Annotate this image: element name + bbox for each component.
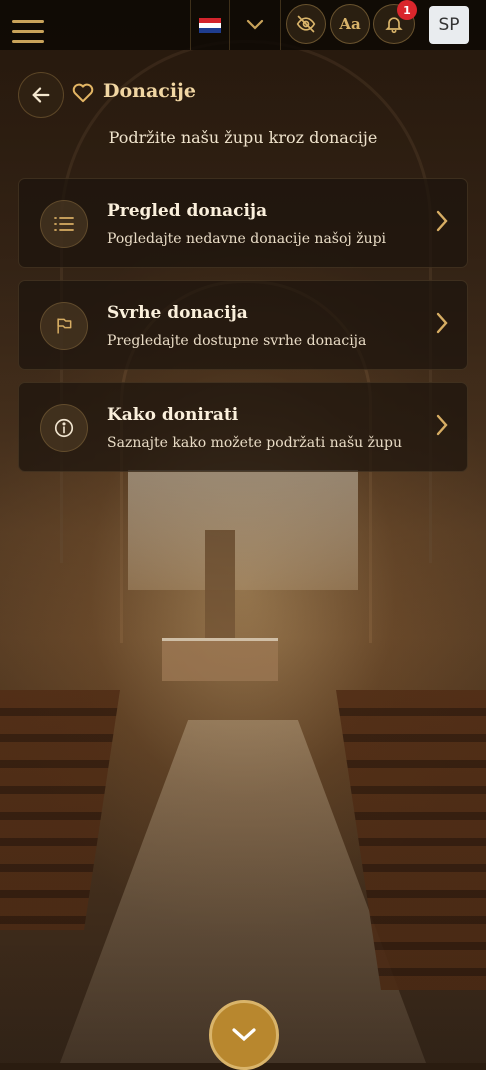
eye-off-icon (296, 15, 316, 33)
flag-icon (57, 318, 72, 334)
background-shade (0, 0, 486, 1063)
card-description: Pogledajte nedavne donacije našoj župi (107, 231, 387, 247)
card-pregled-donacija[interactable]: Pregled donacija Pogledajte nedavne dona… (18, 178, 468, 268)
back-button[interactable] (18, 72, 64, 118)
page-title: Donacije (103, 80, 197, 102)
font-size-label: Aa (339, 15, 361, 33)
church-background (0, 0, 486, 1063)
card-title: Svrhe donacija (107, 303, 248, 323)
visibility-toggle-button[interactable] (286, 4, 326, 44)
font-size-button[interactable]: Aa (330, 4, 370, 44)
card-title: Pregled donacija (107, 201, 268, 221)
card-icon-wrap (40, 200, 88, 248)
top-bar: Aa 1 SP (0, 0, 486, 50)
chevron-down-icon (232, 1028, 256, 1042)
card-icon-wrap (40, 404, 88, 452)
chevron-down-icon (246, 19, 264, 30)
language-dropdown-button[interactable] (230, 0, 281, 50)
list-icon (54, 217, 74, 231)
chevron-right-icon (436, 210, 448, 232)
notification-badge: 1 (397, 0, 417, 20)
user-avatar[interactable]: SP (429, 6, 469, 44)
card-title: Kako donirati (107, 405, 239, 425)
chevron-right-icon (436, 414, 448, 436)
page-subtitle: Podržite našu župu kroz donacije (108, 128, 378, 147)
language-button[interactable] (190, 0, 230, 50)
croatia-flag-icon (199, 17, 221, 33)
chevron-right-icon (436, 312, 448, 334)
card-icon-wrap (40, 302, 88, 350)
scroll-down-button[interactable] (209, 1000, 279, 1070)
arrow-left-icon (32, 87, 50, 103)
card-svrhe-donacija[interactable]: Svrhe donacija Pregledajte dostupne svrh… (18, 280, 468, 370)
heart-icon (72, 83, 94, 103)
info-icon (54, 418, 74, 438)
card-kako-donirati[interactable]: Kako donirati Saznajte kako možete podrž… (18, 382, 468, 472)
hamburger-menu-icon[interactable] (12, 20, 44, 46)
card-description: Pregledajte dostupne svrhe donacija (107, 333, 367, 349)
card-description: Saznajte kako možete podržati našu župu (107, 435, 403, 451)
